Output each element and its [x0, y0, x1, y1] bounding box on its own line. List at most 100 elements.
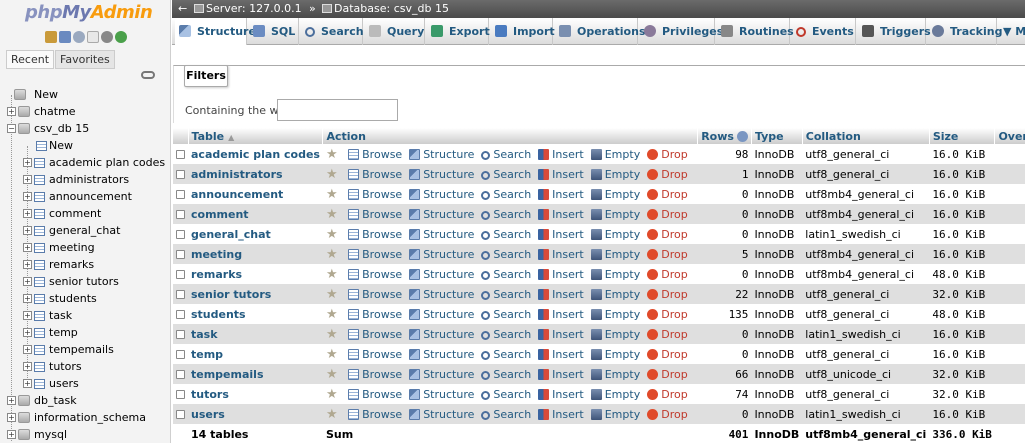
drop-button[interactable]: Drop — [647, 188, 688, 201]
drop-button[interactable]: Drop — [647, 268, 688, 281]
insert-button[interactable]: Insert — [538, 368, 584, 381]
drop-button[interactable]: Drop — [647, 308, 688, 321]
header-collation[interactable]: Collation — [802, 128, 930, 144]
expand-icon[interactable]: + — [7, 430, 16, 439]
row-checkbox[interactable] — [176, 310, 185, 319]
favorite-star-icon[interactable]: ★ — [326, 347, 338, 362]
expand-icon[interactable]: + — [23, 260, 32, 269]
empty-button[interactable]: Empty — [590, 188, 640, 201]
link-icon[interactable] — [141, 71, 155, 79]
tab-recent[interactable]: Recent — [6, 50, 55, 69]
expand-icon[interactable]: + — [23, 175, 32, 184]
collapse-icon[interactable]: − — [7, 124, 16, 133]
empty-button[interactable]: Empty — [590, 348, 640, 361]
tree-table[interactable]: + administrators — [0, 171, 170, 188]
expand-icon[interactable]: + — [7, 413, 16, 422]
row-checkbox[interactable] — [176, 190, 185, 199]
tab-sql[interactable]: SQL — [249, 18, 299, 45]
search-button[interactable]: Search — [481, 368, 531, 381]
expand-icon[interactable]: + — [23, 294, 32, 303]
expand-icon[interactable]: + — [7, 107, 16, 116]
row-size[interactable]: 16.0 KiB — [929, 144, 995, 164]
search-button[interactable]: Search — [481, 268, 531, 281]
favorite-star-icon[interactable]: ★ — [326, 267, 338, 282]
table-name-link[interactable]: students — [188, 304, 323, 324]
structure-button[interactable]: Structure — [409, 268, 474, 281]
structure-button[interactable]: Structure — [409, 188, 474, 201]
tab-events[interactable]: Events — [792, 18, 856, 45]
drop-button[interactable]: Drop — [647, 168, 688, 181]
insert-button[interactable]: Insert — [538, 308, 584, 321]
table-name-link[interactable]: academic plan codes — [188, 144, 323, 164]
row-checkbox[interactable] — [176, 350, 185, 359]
browse-button[interactable]: Browse — [348, 188, 402, 201]
tab-import[interactable]: Import — [491, 18, 555, 45]
search-button[interactable]: Search — [481, 188, 531, 201]
docs-icon[interactable] — [87, 31, 99, 43]
row-checkbox[interactable] — [176, 250, 185, 259]
row-checkbox[interactable] — [176, 230, 185, 239]
info-icon[interactable] — [736, 130, 748, 142]
favorite-star-icon[interactable]: ★ — [326, 187, 338, 202]
insert-button[interactable]: Insert — [538, 408, 584, 421]
empty-button[interactable]: Empty — [590, 228, 640, 241]
expand-icon[interactable]: + — [23, 362, 32, 371]
table-name-link[interactable]: temp — [188, 344, 323, 364]
table-name-link[interactable]: announcement — [188, 184, 323, 204]
empty-button[interactable]: Empty — [590, 208, 640, 221]
expand-icon[interactable]: + — [23, 192, 32, 201]
search-button[interactable]: Search — [481, 208, 531, 221]
search-button[interactable]: Search — [481, 408, 531, 421]
drop-button[interactable]: Drop — [647, 228, 688, 241]
table-name-link[interactable]: general_chat — [188, 224, 323, 244]
search-button[interactable]: Search — [481, 228, 531, 241]
browse-button[interactable]: Browse — [348, 148, 402, 161]
search-button[interactable]: Search — [481, 388, 531, 401]
structure-button[interactable]: Structure — [409, 408, 474, 421]
browse-button[interactable]: Browse — [348, 248, 402, 261]
filter-input[interactable] — [277, 99, 398, 121]
collapse-arrow-icon[interactable]: ← — [178, 0, 187, 18]
empty-button[interactable]: Empty — [590, 168, 640, 181]
table-name-link[interactable]: administrators — [188, 164, 323, 184]
home-icon[interactable] — [45, 31, 57, 43]
drop-button[interactable]: Drop — [647, 148, 688, 161]
tree-db-db-task[interactable]: + db_task — [0, 392, 170, 409]
tree-table[interactable]: + senior tutors — [0, 273, 170, 290]
row-checkbox[interactable] — [176, 330, 185, 339]
tab-operations[interactable]: Operations — [555, 18, 646, 45]
tree-table[interactable]: + task — [0, 307, 170, 324]
browse-button[interactable]: Browse — [348, 228, 402, 241]
header-type[interactable]: Type — [751, 128, 803, 144]
empty-button[interactable]: Empty — [590, 288, 640, 301]
row-checkbox[interactable] — [176, 370, 185, 379]
expand-icon[interactable]: + — [23, 311, 32, 320]
browse-button[interactable]: Browse — [348, 388, 402, 401]
empty-button[interactable]: Empty — [590, 308, 640, 321]
reload-icon[interactable] — [115, 31, 127, 43]
row-size[interactable]: 32.0 KiB — [929, 284, 995, 304]
structure-button[interactable]: Structure — [409, 168, 474, 181]
expand-icon[interactable]: + — [23, 158, 32, 167]
favorite-star-icon[interactable]: ★ — [326, 407, 338, 422]
header-size[interactable]: Size — [929, 128, 996, 144]
search-button[interactable]: Search — [481, 348, 531, 361]
tab-favorites[interactable]: Favorites — [55, 50, 115, 69]
tree-table[interactable]: + meeting — [0, 239, 170, 256]
structure-button[interactable]: Structure — [409, 348, 474, 361]
favorite-star-icon[interactable]: ★ — [326, 247, 338, 262]
insert-button[interactable]: Insert — [538, 248, 584, 261]
tab-export[interactable]: Export — [427, 18, 490, 45]
row-size[interactable]: 16.0 KiB — [929, 184, 995, 204]
search-button[interactable]: Search — [481, 328, 531, 341]
favorite-star-icon[interactable]: ★ — [326, 167, 338, 182]
expand-icon[interactable]: + — [23, 328, 32, 337]
row-size[interactable]: 16.0 KiB — [929, 164, 995, 184]
tab-tracking[interactable]: Tracking — [928, 18, 1002, 45]
settings-icon[interactable] — [101, 31, 113, 43]
structure-button[interactable]: Structure — [409, 208, 474, 221]
tree-table[interactable]: + announcement — [0, 188, 170, 205]
search-button[interactable]: Search — [481, 308, 531, 321]
empty-button[interactable]: Empty — [590, 368, 640, 381]
table-name-link[interactable]: comment — [188, 204, 323, 224]
